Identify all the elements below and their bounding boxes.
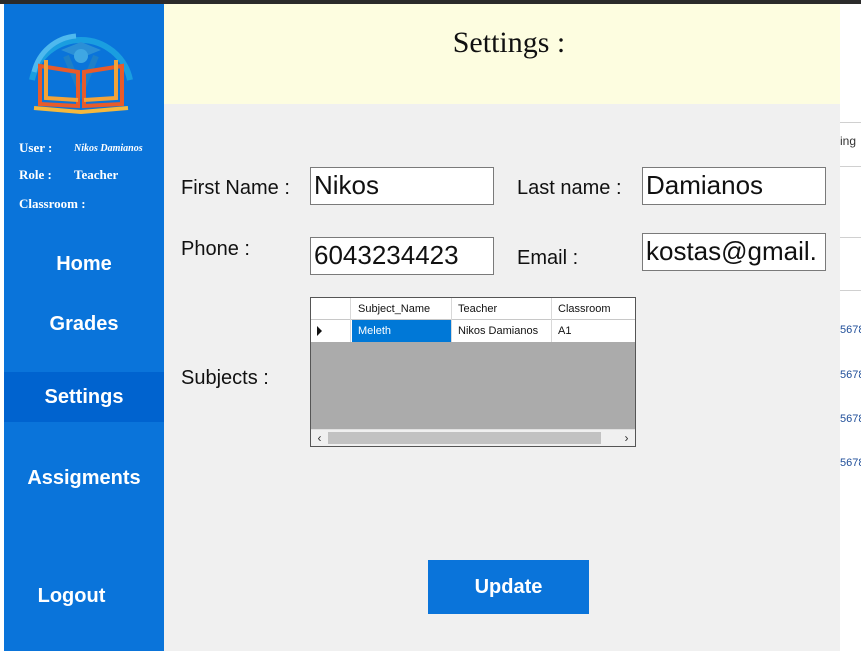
header: Settings : <box>164 4 840 104</box>
subjects-label: Subjects : <box>181 367 269 389</box>
role-row: Role : Teacher <box>19 167 118 183</box>
column-header-subject-name[interactable]: Subject_Name <box>352 298 452 320</box>
user-value: Nikos Damianos <box>74 143 143 154</box>
table-row[interactable]: Meleth Nikos Damianos A1 <box>311 320 635 342</box>
row-header[interactable] <box>311 320 351 342</box>
subjects-grid[interactable]: Subject_Name Teacher Classroom Meleth Ni… <box>310 297 636 447</box>
first-name-label: First Name : <box>181 177 290 199</box>
nav-home[interactable]: Home <box>4 250 164 278</box>
classroom-row: Classroom : <box>19 196 86 212</box>
horizontal-scrollbar[interactable]: ‹ › <box>311 429 635 446</box>
background-text: ing <box>840 134 857 148</box>
cell-classroom[interactable]: A1 <box>552 320 635 342</box>
sidebar: User : Nikos Damianos Role : Teacher Cla… <box>4 4 164 651</box>
settings-window: User : Nikos Damianos Role : Teacher Cla… <box>4 4 840 651</box>
background-right-panel: ing 5678 5678 5678 5678 <box>840 4 861 651</box>
role-label: Role : <box>19 167 52 182</box>
user-label: User : <box>19 140 53 155</box>
background-number: 5678 <box>840 413 861 425</box>
open-book-graduate-logo-icon <box>29 33 133 114</box>
nav-settings[interactable]: Settings <box>4 372 164 422</box>
column-header-classroom[interactable]: Classroom <box>552 298 635 320</box>
column-header-teacher[interactable]: Teacher <box>452 298 552 320</box>
background-divider <box>840 166 861 167</box>
background-divider <box>840 290 861 291</box>
cell-teacher[interactable]: Nikos Damianos <box>452 320 552 342</box>
chevron-right-icon[interactable]: › <box>618 430 635 446</box>
grid-corner-header <box>311 298 351 320</box>
user-row: User : Nikos Damianos <box>19 140 143 156</box>
background-divider <box>840 122 861 123</box>
last-name-label: Last name : <box>517 177 622 199</box>
nav-grades[interactable]: Grades <box>4 310 164 338</box>
update-button[interactable]: Update <box>428 560 589 614</box>
background-number: 5678 <box>840 457 861 469</box>
first-name-field[interactable]: Nikos <box>310 167 494 205</box>
email-label: Email : <box>517 247 579 269</box>
grid-header: Subject_Name Teacher Classroom <box>311 298 635 320</box>
scrollbar-thumb[interactable] <box>328 432 601 444</box>
role-value: Teacher <box>74 167 119 182</box>
background-number: 5678 <box>840 369 861 381</box>
classroom-label: Classroom : <box>19 196 86 211</box>
page-title: Settings : <box>452 26 566 59</box>
phone-label: Phone : <box>181 238 250 260</box>
nav-logout[interactable]: Logout <box>4 582 139 610</box>
triangle-right-icon <box>317 326 322 336</box>
chevron-left-icon[interactable]: ‹ <box>311 430 328 446</box>
background-number: 5678 <box>840 324 861 336</box>
background-divider <box>840 237 861 238</box>
last-name-field[interactable]: Damianos <box>642 167 826 205</box>
nav-assigments[interactable]: Assigments <box>4 464 164 492</box>
cell-subject-name[interactable]: Meleth <box>352 320 452 342</box>
email-field[interactable]: kostas@gmail. <box>642 233 826 271</box>
phone-field[interactable]: 6043234423 <box>310 237 494 275</box>
